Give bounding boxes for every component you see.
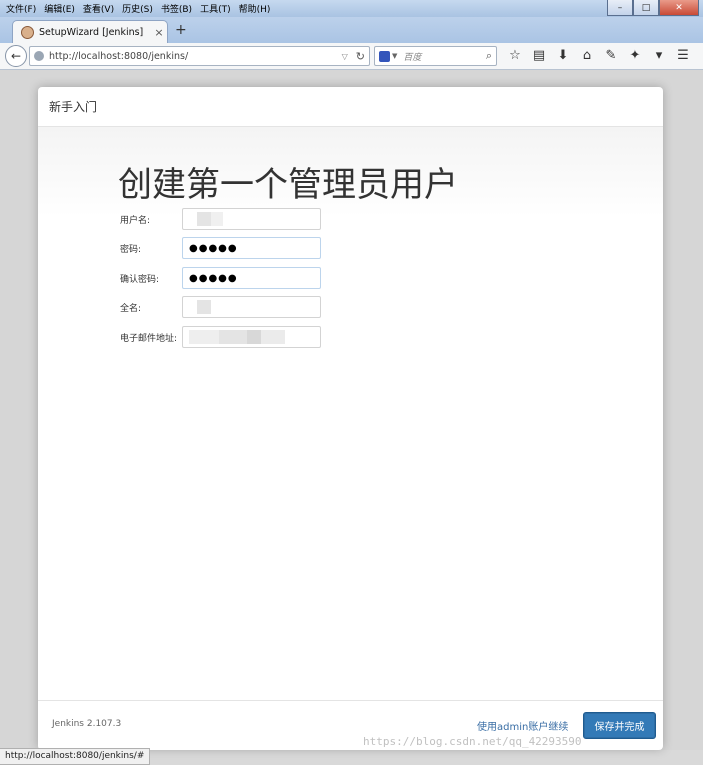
jenkins-favicon-icon [21,26,34,39]
jenkins-version: Jenkins 2.107.3 [52,719,122,729]
menu-tools[interactable]: 工具(T) [196,1,235,16]
search-engine-dropdown-icon[interactable]: ▼ [392,52,397,60]
extension-dropdown-icon[interactable]: ▾ [647,46,671,65]
email-row: 电子邮件地址: [120,326,321,348]
page-title: 创建第一个管理员用户 [118,165,458,205]
search-input[interactable]: 百度 [403,50,485,63]
redacted-value [197,212,211,226]
tab-close-icon[interactable]: × [151,26,167,39]
password-field[interactable]: ●●●●● [182,237,321,259]
bookmark-star-icon[interactable]: ☆ [503,46,527,65]
continue-as-admin-link[interactable]: 使用admin账户继续 [477,718,568,733]
toolbar-icons: ☆ ▤ ⬇ ⌂ ✎ ✦ ▾ ☰ [503,46,695,65]
redacted-value [219,330,247,344]
navigation-toolbar: ← http://localhost:8080/jenkins/ ▽ ↻ ▼ 百… [0,43,703,70]
search-icon[interactable]: ⌕ [486,49,492,63]
home-icon[interactable]: ⌂ [575,46,599,65]
dialog-body: 创建第一个管理员用户 用户名: 密码: ●●●●● 确认密码: ●●●●● 全名… [38,127,663,700]
menu-bar: 文件(F) 编辑(E) 查看(V) 历史(S) 书签(B) 工具(T) 帮助(H… [2,1,274,16]
email-field[interactable] [182,326,321,348]
search-box[interactable]: ▼ 百度 ⌕ [374,46,497,66]
site-identity-icon[interactable] [34,51,44,61]
address-bar[interactable]: http://localhost:8080/jenkins/ ▽ ↻ [29,46,370,66]
confirm-password-label: 确认密码: [120,274,160,285]
dialog-header: 新手入门 [38,87,663,127]
downloads-icon[interactable]: ⬇ [551,46,575,65]
reload-icon[interactable]: ↻ [356,50,365,63]
confirm-password-row: 确认密码: ●●●●● [120,267,321,289]
setup-wizard-dialog: 新手入门 创建第一个管理员用户 用户名: 密码: ●●●●● 确认密码: ●●●… [38,87,663,750]
redacted-value [197,300,211,314]
tab-title: SetupWizard [Jenkins] [39,27,144,38]
window-controls: – □ ✕ [607,0,699,16]
csdn-watermark: https://blog.csdn.net/qq_42293590 [363,735,582,748]
screenshot-icon[interactable]: ✎ [599,46,623,65]
status-bar: http://localhost:8080/jenkins/# [0,748,151,765]
fullname-label: 全名: [120,303,142,314]
password-row: 密码: ●●●●● [120,237,321,259]
password-label: 密码: [120,244,142,255]
search-engine-icon[interactable] [379,50,390,62]
redacted-value [189,330,219,344]
menu-view[interactable]: 查看(V) [79,1,118,16]
menu-help[interactable]: 帮助(H) [235,1,275,16]
email-label: 电子邮件地址: [120,333,178,344]
menu-file[interactable]: 文件(F) [2,1,40,16]
fullname-field[interactable] [182,296,321,318]
fullname-row: 全名: [120,296,321,318]
url-text: http://localhost:8080/jenkins/ [49,50,189,62]
username-field[interactable] [182,208,321,230]
menu-edit[interactable]: 编辑(E) [40,1,79,16]
window-titlebar: 文件(F) 编辑(E) 查看(V) 历史(S) 书签(B) 工具(T) 帮助(H… [0,0,703,17]
menu-bookmarks[interactable]: 书签(B) [157,1,196,16]
url-dropdown-icon[interactable]: ▽ [342,52,348,61]
minimize-button[interactable]: – [607,0,633,16]
tab-strip: SetupWizard [Jenkins] × + [0,17,703,44]
username-row: 用户名: [120,208,321,230]
redacted-value [247,330,261,344]
redacted-value [211,212,223,226]
menu-hamburger-icon[interactable]: ☰ [671,46,695,65]
maximize-button[interactable]: □ [633,0,659,16]
confirm-password-field[interactable]: ●●●●● [182,267,321,289]
back-button[interactable]: ← [5,45,27,67]
redacted-value [261,330,285,344]
tab-setupwizard[interactable]: SetupWizard [Jenkins] × [12,20,168,44]
new-tab-button[interactable]: + [175,22,187,38]
close-window-button[interactable]: ✕ [659,0,699,16]
reading-list-icon[interactable]: ▤ [527,46,551,65]
extension-icon[interactable]: ✦ [623,46,647,65]
page-content: 新手入门 创建第一个管理员用户 用户名: 密码: ●●●●● 确认密码: ●●●… [0,70,703,750]
menu-history[interactable]: 历史(S) [118,1,157,16]
username-label: 用户名: [120,215,151,226]
